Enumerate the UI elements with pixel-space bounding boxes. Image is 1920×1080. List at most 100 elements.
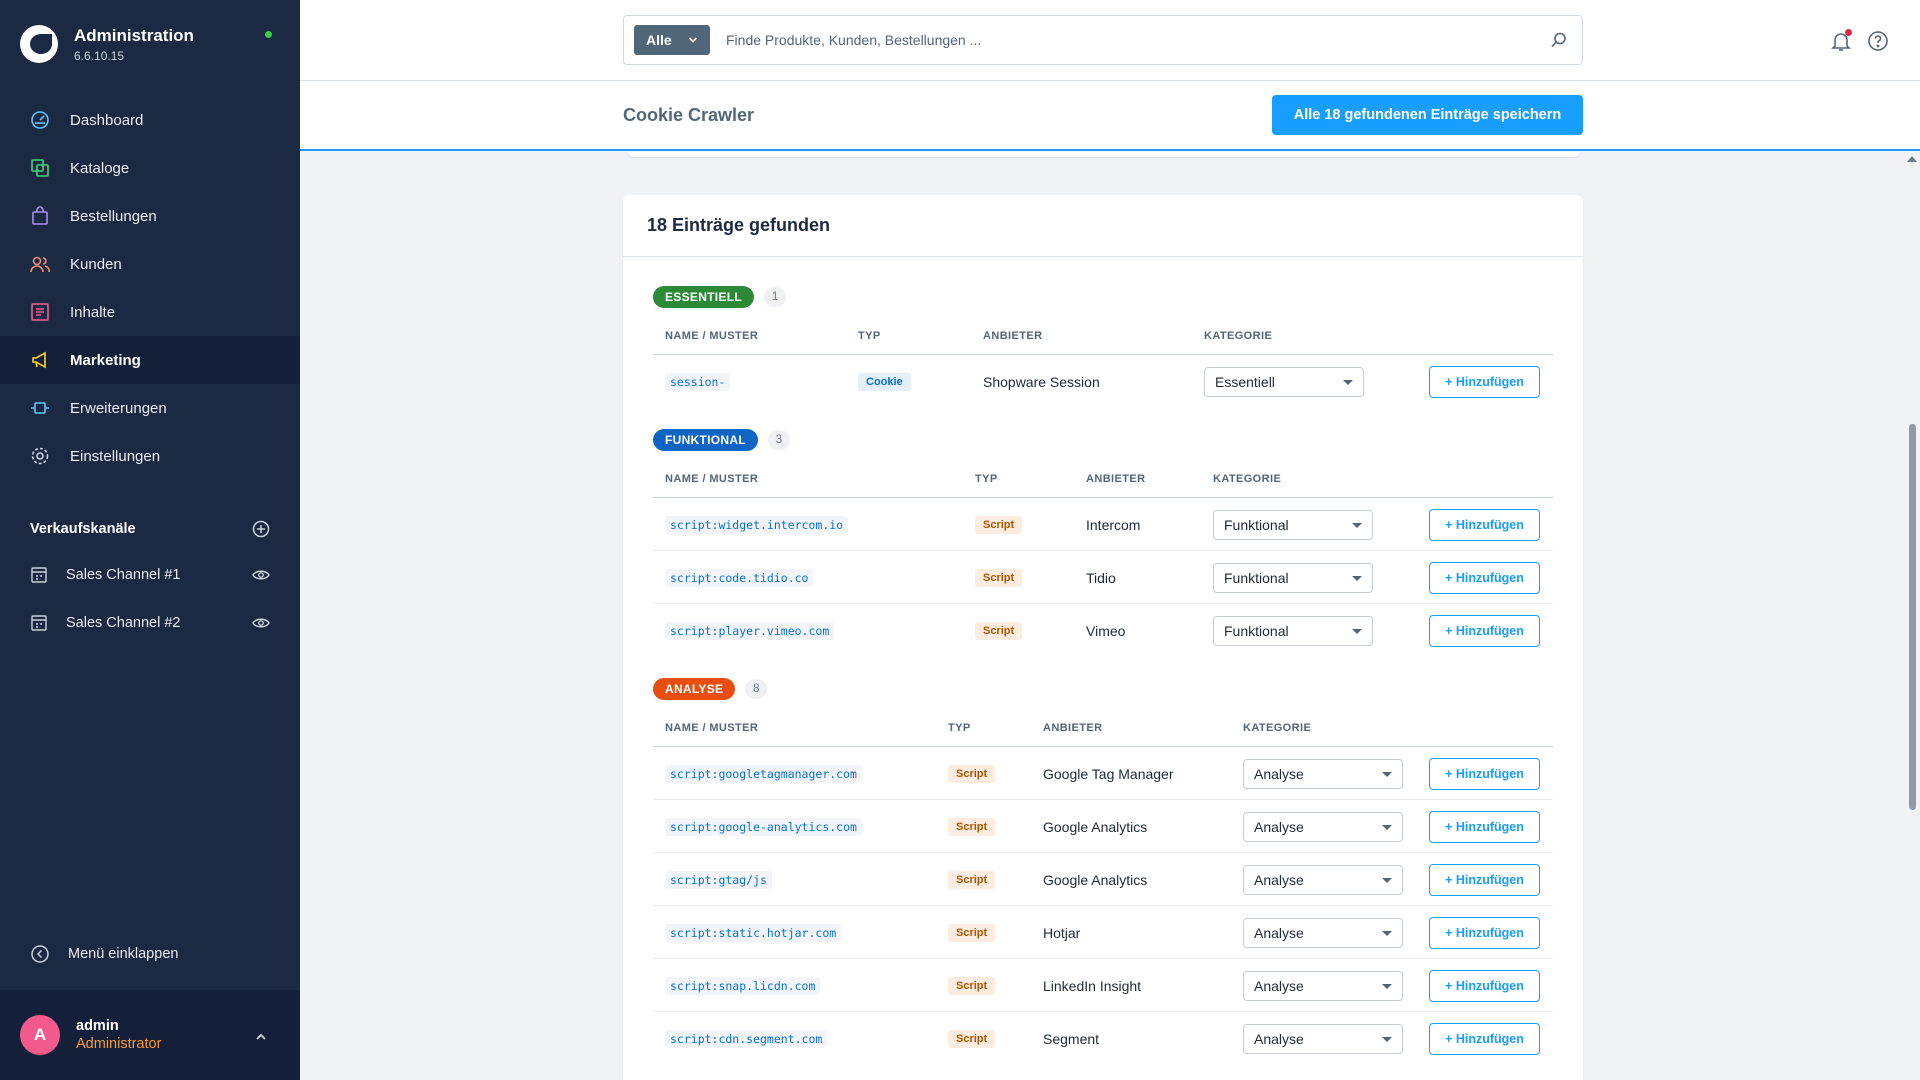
avatar: A xyxy=(20,1015,60,1055)
table-row: session- Cookie Shopware Session Essenti… xyxy=(653,355,1553,408)
cookie-pattern: script:snap.licdn.com xyxy=(665,976,821,995)
add-button[interactable]: + Hinzufügen xyxy=(1429,561,1540,594)
add-circle-icon[interactable] xyxy=(252,520,270,538)
type-badge: Script xyxy=(948,923,996,942)
brand[interactable]: Administration 6.6.10.15 xyxy=(20,22,194,66)
caret-down-icon xyxy=(1343,379,1353,385)
add-button[interactable]: + Hinzufügen xyxy=(1429,969,1540,1002)
category-select[interactable]: Analyse xyxy=(1243,970,1403,1001)
search-icon[interactable] xyxy=(1550,31,1568,49)
caret-down-icon xyxy=(1382,824,1392,830)
sales-channel-item-2[interactable]: Sales Channel #2 xyxy=(30,608,270,638)
provider-name: Vimeo xyxy=(1086,622,1126,639)
help-icon[interactable] xyxy=(1867,30,1889,52)
table-header: NAME / MUSTER TYP ANBIETER KATEGORIE xyxy=(653,462,1553,498)
add-button[interactable]: + Hinzufügen xyxy=(1429,916,1540,949)
storefront-icon xyxy=(31,615,47,631)
provider-name: Segment xyxy=(1043,1030,1100,1047)
caret-down-icon xyxy=(1382,930,1392,936)
category-select[interactable]: Analyse xyxy=(1243,864,1403,895)
table-header: NAME / MUSTER TYP ANBIETER KATEGORIE xyxy=(653,711,1553,747)
add-button[interactable]: + Hinzufügen xyxy=(1429,1022,1540,1055)
add-button[interactable]: + Hinzufügen xyxy=(1429,757,1540,790)
nav-item-settings[interactable]: Einstellungen xyxy=(0,432,300,480)
chevron-down-icon xyxy=(688,37,698,43)
group-header: FUNKTIONAL 3 xyxy=(653,428,1553,452)
caret-down-icon xyxy=(1352,522,1362,528)
eye-icon[interactable] xyxy=(252,566,270,584)
add-button[interactable]: + Hinzufügen xyxy=(1429,365,1540,398)
category-select[interactable]: Funktional xyxy=(1213,509,1373,540)
app-title: Administration xyxy=(74,25,194,45)
category-select[interactable]: Analyse xyxy=(1243,917,1403,948)
category-select[interactable]: Analyse xyxy=(1243,1023,1403,1054)
provider-name: Google Analytics xyxy=(1043,818,1148,835)
chevron-left-circle-icon xyxy=(30,944,50,964)
group-header: ANALYSE 8 xyxy=(653,677,1553,701)
cookie-pattern: session- xyxy=(665,372,731,391)
scroll-up-arrow-icon[interactable] xyxy=(1907,156,1917,162)
category-select-value: Funktional xyxy=(1224,569,1289,586)
app-version: 6.6.10.15 xyxy=(74,48,125,63)
add-button[interactable]: + Hinzufügen xyxy=(1429,614,1540,647)
cookie-pattern: script:widget.intercom.io xyxy=(665,515,849,534)
category-select[interactable]: Funktional xyxy=(1213,615,1373,646)
main-nav: Dashboard Kataloge Bestellungen Kunden I… xyxy=(0,96,300,480)
category-select[interactable]: Essentiell xyxy=(1204,366,1364,397)
category-select-value: Essentiell xyxy=(1215,373,1275,390)
nav-item-content[interactable]: Inhalte xyxy=(0,288,300,336)
category-select[interactable]: Analyse xyxy=(1243,811,1403,842)
sales-channel-item-1[interactable]: Sales Channel #1 xyxy=(30,560,270,590)
nav-label: Dashboard xyxy=(70,111,144,129)
nav-label: Kunden xyxy=(70,255,122,273)
storefront-icon xyxy=(31,567,47,583)
collapse-menu-button[interactable]: Menü einklappen xyxy=(30,944,178,964)
nav-item-customers[interactable]: Kunden xyxy=(0,240,300,288)
search-type-select[interactable]: Alle xyxy=(634,25,710,55)
sales-channel-label: Sales Channel #1 xyxy=(66,567,181,583)
cookie-pattern: script:google-analytics.com xyxy=(665,817,862,836)
table-row: script:google-analytics.com Script Googl… xyxy=(653,800,1553,853)
collapse-menu-label: Menü einklappen xyxy=(68,946,179,962)
nav-label: Marketing xyxy=(70,351,141,369)
nav-label: Erweiterungen xyxy=(70,399,167,417)
category-select[interactable]: Funktional xyxy=(1213,562,1373,593)
dashboard-icon xyxy=(30,110,50,130)
provider-name: Intercom xyxy=(1086,516,1141,533)
column-header-name: NAME / MUSTER xyxy=(665,722,759,734)
nav-item-extensions[interactable]: Erweiterungen xyxy=(0,384,300,432)
table-row: script:googletagmanager.com Script Googl… xyxy=(653,747,1553,800)
add-button[interactable]: + Hinzufügen xyxy=(1429,863,1540,896)
scrollbar-thumb[interactable] xyxy=(1909,424,1916,810)
category-select-value: Funktional xyxy=(1224,516,1289,533)
nav-item-dashboard[interactable]: Dashboard xyxy=(0,96,300,144)
add-button[interactable]: + Hinzufügen xyxy=(1429,810,1540,843)
caret-down-icon xyxy=(1382,877,1392,883)
save-all-button[interactable]: Alle 18 gefundenen Einträge speichern xyxy=(1272,95,1583,135)
nav-item-orders[interactable]: Bestellungen xyxy=(0,192,300,240)
cookie-pattern: script:code.tidio.co xyxy=(665,568,814,587)
sales-channel-label: Sales Channel #2 xyxy=(66,615,181,631)
nav-item-marketing[interactable]: Marketing xyxy=(0,336,300,384)
group-essential: ESSENTIELL 1 NAME / MUSTER TYP ANBIETER … xyxy=(653,285,1553,408)
column-header-type: TYP xyxy=(948,722,971,734)
group-functional: FUNKTIONAL 3 NAME / MUSTER TYP ANBIETER … xyxy=(653,428,1553,657)
table-row: script:widget.intercom.io Script Interco… xyxy=(653,498,1553,551)
eye-icon[interactable] xyxy=(252,614,270,632)
caret-down-icon xyxy=(1352,628,1362,634)
nav-item-catalogs[interactable]: Kataloge xyxy=(0,144,300,192)
caret-down-icon xyxy=(1382,771,1392,777)
add-button[interactable]: + Hinzufügen xyxy=(1429,508,1540,541)
catalog-icon xyxy=(30,158,50,178)
user-menu[interactable]: A admin Administrator xyxy=(0,990,300,1080)
table-row: script:cdn.segment.com Script Segment An… xyxy=(653,1012,1553,1065)
category-pill: ANALYSE xyxy=(653,678,736,700)
type-badge: Script xyxy=(975,621,1023,640)
column-header-name: NAME / MUSTER xyxy=(665,473,759,485)
category-select[interactable]: Analyse xyxy=(1243,758,1403,789)
caret-down-icon xyxy=(1352,575,1362,581)
category-select-value: Analyse xyxy=(1254,871,1304,888)
search-input[interactable] xyxy=(726,32,1526,48)
shopping-bag-icon xyxy=(30,206,50,226)
page-title: Cookie Crawler xyxy=(623,105,755,125)
